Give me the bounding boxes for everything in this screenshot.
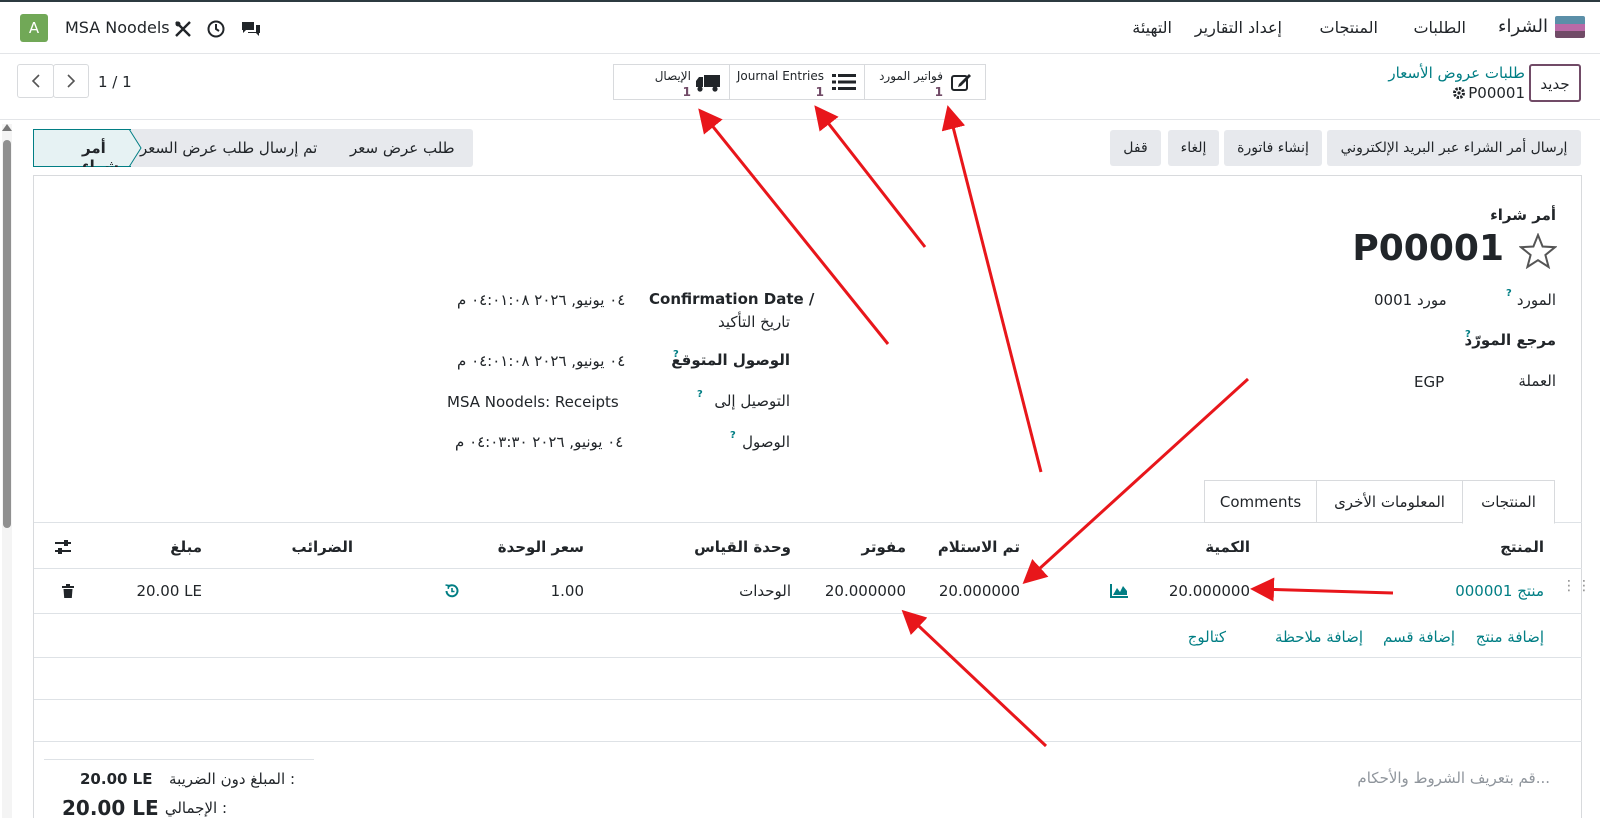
- annotation-arrows: [698, 105, 1394, 748]
